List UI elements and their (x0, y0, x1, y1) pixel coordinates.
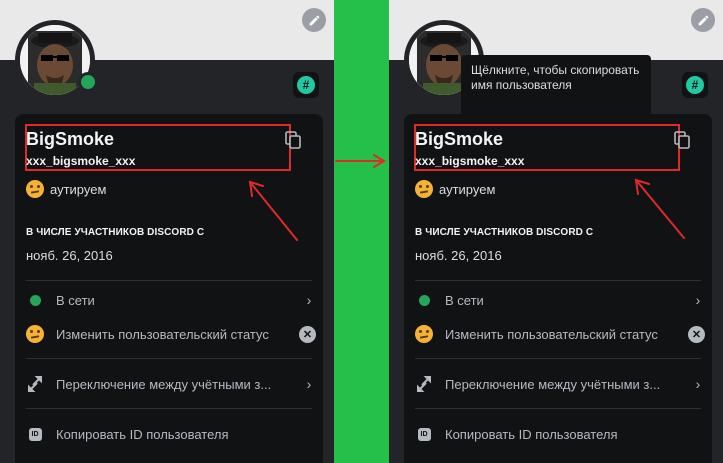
red-arrow-annotation (335, 154, 386, 168)
annotation-layer (248, 154, 685, 241)
red-arrow-annotation (248, 180, 298, 241)
red-arrow-annotation (634, 178, 685, 239)
